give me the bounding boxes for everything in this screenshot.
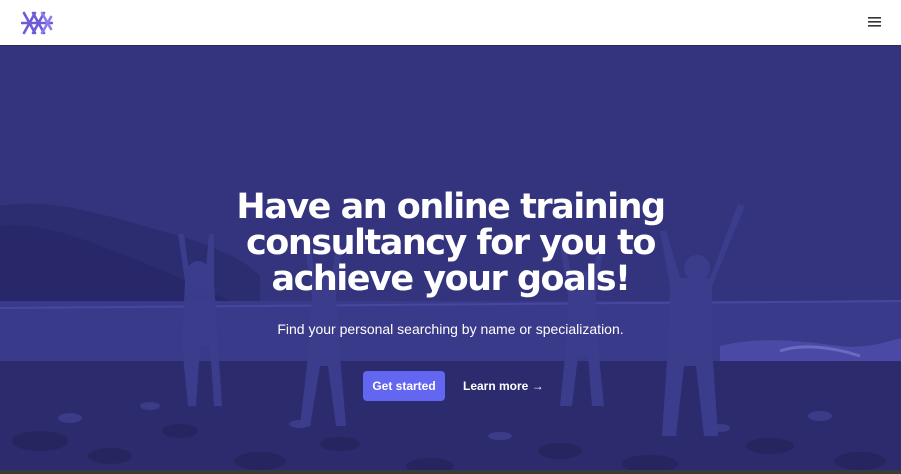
hero-headline: Have an online training consultancy for … [236,187,666,299]
hamburger-menu-icon [868,17,881,27]
hero-content: Have an online training consultancy for … [0,46,901,474]
brand-logo[interactable] [20,10,54,36]
learn-more-link[interactable]: Learn more → [463,371,544,401]
page: Have an online training consultancy for … [0,0,901,474]
get-started-button[interactable]: Get started [363,371,445,401]
hero-section: Have an online training consultancy for … [0,46,901,474]
hero-subheadline: Find your personal searching by name or … [277,321,624,337]
brand-logo-icon [20,11,54,35]
bottom-edge [0,470,901,474]
menu-button[interactable] [867,14,883,30]
navbar [0,0,901,46]
